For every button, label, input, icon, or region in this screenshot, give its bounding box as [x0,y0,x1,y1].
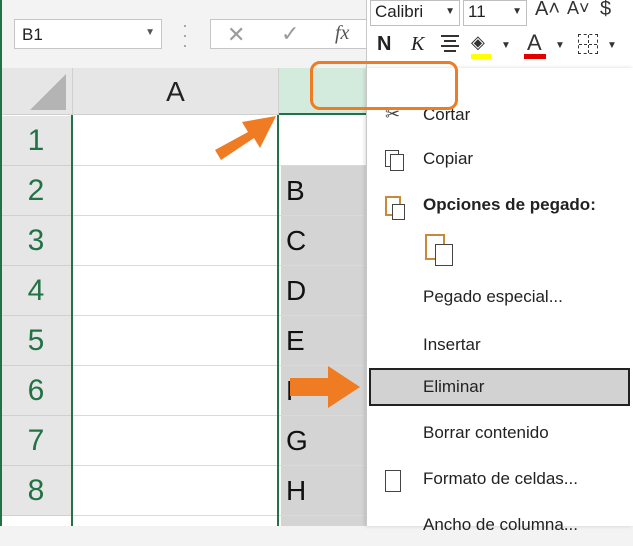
menu-item-label: Insertar [423,335,481,354]
name-box[interactable]: B1 ▼ [14,19,162,49]
select-all-triangle-icon [30,74,66,110]
row-header-2[interactable]: 2 [0,166,73,216]
row-header-6[interactable]: 6 [0,366,73,416]
bold-button[interactable]: N [377,33,391,56]
cancel-icon[interactable]: ✕ [227,22,245,48]
insert-function-icon[interactable]: fx [335,22,349,45]
menu-item-label: Copiar [423,149,474,168]
menu-item-label: Opciones de pegado: [423,195,596,214]
menu-item-format-cells[interactable]: Formato de celdas... [367,460,633,500]
align-center-icon[interactable] [441,34,459,52]
chevron-down-icon[interactable]: ▼ [512,6,522,17]
shrink-font-icon[interactable]: A˅ [567,0,590,19]
enter-icon[interactable]: ✓ [281,21,299,47]
menu-item-label: Borrar contenido [423,423,549,442]
pointer-arrow-icon [290,366,360,408]
menu-item-delete[interactable]: Eliminar [369,368,630,406]
font-color-icon[interactable]: A [527,30,542,56]
chevron-down-icon[interactable]: ▼ [445,6,455,17]
paste-page-icon [435,244,453,266]
font-size-value: 11 [468,2,486,21]
grow-font-icon[interactable]: A˄ [535,0,560,21]
row-header-5[interactable]: 5 [0,316,73,366]
italic-button[interactable]: K [411,33,424,56]
row-header-1[interactable]: 1 [0,116,73,166]
formula-buttons: ✕ ✓ fx [210,19,380,49]
font-size-select[interactable]: 11 ▼ [463,0,527,26]
paste-option-button[interactable] [423,232,457,272]
font-name-select[interactable]: Calibri ▼ [370,0,460,26]
drag-handle-icon[interactable]: · · · [180,16,190,54]
font-name-value: Calibri [375,2,424,21]
row-header-8[interactable]: 8 [0,466,73,516]
row-header-selection-line [71,115,73,526]
menu-item-column-width[interactable]: Ancho de columna... [367,506,633,546]
chevron-down-icon[interactable]: ▼ [145,27,155,38]
paste-options-header: Opciones de pegado: [367,186,633,226]
menu-item-label: Pegado especial... [423,287,563,306]
highlight-box [310,61,458,110]
menu-item-label: Ancho de columna... [423,515,578,534]
fill-color-icon[interactable]: ◈ [471,32,485,53]
mini-toolbar: Calibri ▼ 11 ▼ A˄ A˅ $ N K ◈ ▼ A ▼ ▼ [366,0,633,68]
menu-item-paste-special[interactable]: Pegado especial... [367,278,633,318]
chevron-down-icon[interactable]: ▼ [607,40,617,51]
menu-item-clear-contents[interactable]: Borrar contenido [367,414,633,454]
chevron-down-icon[interactable]: ▼ [501,40,511,51]
menu-item-label: Formato de celdas... [423,469,578,488]
borders-icon[interactable] [578,34,598,54]
currency-format-icon[interactable]: $ [600,0,611,21]
name-box-value: B1 [22,25,43,44]
fill-color-swatch [471,54,491,59]
row-header-3[interactable]: 3 [0,216,73,266]
window-edge [0,0,2,526]
chevron-down-icon[interactable]: ▼ [555,40,565,51]
font-color-swatch [524,54,546,59]
pointer-arrow-icon [215,116,276,160]
menu-item-label: Eliminar [423,377,485,396]
row-header-4[interactable]: 4 [0,266,73,316]
row-header-7[interactable]: 7 [0,416,73,466]
context-menu: ✂ Cortar Copiar Opciones de pegado: Pega… [366,68,633,534]
menu-item-copy[interactable]: Copiar [367,140,633,180]
menu-item-insert[interactable]: Insertar [367,326,633,366]
select-all-corner[interactable] [0,68,73,115]
